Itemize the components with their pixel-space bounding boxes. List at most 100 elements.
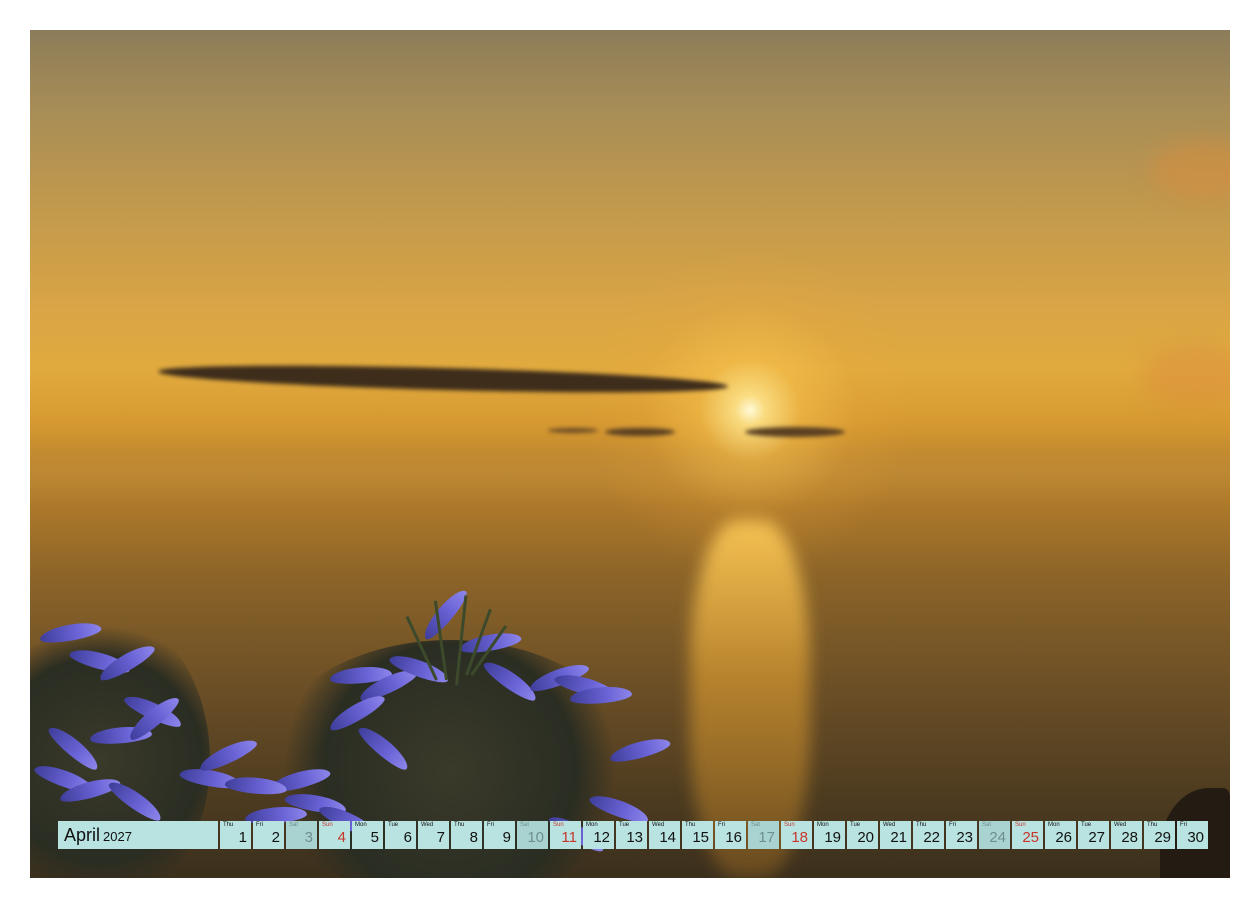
day-cell: Fri 30 (1177, 821, 1208, 849)
day-weekday: Thu (1147, 822, 1158, 828)
day-cell: Thu 22 (913, 821, 944, 849)
day-cell: Wed 14 (649, 821, 680, 849)
thin-cloud (745, 427, 845, 437)
thin-cloud (605, 428, 675, 436)
day-cell: Sat 17 (748, 821, 779, 849)
day-cell: Tue 27 (1078, 821, 1109, 849)
cloud-pink (1140, 345, 1230, 405)
day-number: 24 (989, 829, 1006, 846)
month-strip: April 2027 Thu 1 Fri 2 Sat 3 Sun 4 Mon 5 Tue 6 Wed 7 Th… (58, 821, 1208, 849)
month-label: April 2027 (58, 821, 218, 849)
day-number: 8 (469, 829, 478, 846)
day-weekday: Sun (784, 822, 795, 828)
day-weekday: Wed (421, 822, 434, 828)
day-weekday: Tue (388, 822, 399, 828)
day-cell: Fri 2 (253, 821, 284, 849)
day-weekday: Mon (1048, 822, 1060, 828)
day-number: 23 (956, 829, 973, 846)
day-cell: Sat 10 (517, 821, 548, 849)
day-cell: Tue 13 (616, 821, 647, 849)
day-weekday: Mon (355, 822, 367, 828)
day-number: 14 (659, 829, 676, 846)
day-cell: Mon 19 (814, 821, 845, 849)
day-list: Thu 1 Fri 2 Sat 3 Sun 4 Mon 5 Tue 6 Wed 7 Thu 8 Fri 9 Sat 1… (220, 821, 1208, 849)
day-weekday: Fri (1180, 822, 1187, 828)
day-cell: Mon 5 (352, 821, 383, 849)
day-cell: Mon 26 (1045, 821, 1076, 849)
thin-cloud (548, 428, 598, 433)
day-number: 7 (436, 829, 445, 846)
day-weekday: Sun (553, 822, 564, 828)
day-number: 22 (923, 829, 940, 846)
day-weekday: Sun (1015, 822, 1026, 828)
day-number: 19 (824, 829, 841, 846)
day-weekday: Sun (322, 822, 333, 828)
day-number: 11 (561, 829, 577, 846)
day-weekday: Fri (487, 822, 494, 828)
day-weekday: Wed (1114, 822, 1127, 828)
day-cell: Sun 18 (781, 821, 812, 849)
sunset-photo (30, 30, 1230, 878)
day-weekday: Mon (817, 822, 829, 828)
day-cell: Mon 12 (583, 821, 614, 849)
day-number: 15 (692, 829, 709, 846)
day-weekday: Thu (223, 822, 234, 828)
day-number: 4 (337, 829, 346, 846)
day-weekday: Sat (982, 822, 992, 828)
day-weekday: Fri (256, 822, 263, 828)
day-weekday: Thu (454, 822, 465, 828)
day-weekday: Wed (883, 822, 896, 828)
day-number: 17 (758, 829, 775, 846)
day-weekday: Wed (652, 822, 665, 828)
day-number: 5 (370, 829, 379, 846)
day-cell: Sun 25 (1012, 821, 1043, 849)
day-cell: Wed 7 (418, 821, 449, 849)
day-number: 20 (857, 829, 874, 846)
day-cell: Thu 29 (1144, 821, 1175, 849)
day-cell: Wed 28 (1111, 821, 1142, 849)
cloud-pink (1150, 140, 1230, 200)
day-number: 1 (238, 829, 247, 846)
day-number: 18 (791, 829, 808, 846)
day-weekday: Thu (685, 822, 696, 828)
day-weekday: Fri (949, 822, 956, 828)
day-weekday: Mon (586, 822, 598, 828)
day-weekday: Tue (619, 822, 630, 828)
day-number: 27 (1088, 829, 1105, 846)
day-number: 30 (1187, 829, 1204, 846)
day-number: 9 (502, 829, 511, 846)
day-weekday: Sat (520, 822, 530, 828)
day-weekday: Sat (289, 822, 299, 828)
day-cell: Thu 15 (682, 821, 713, 849)
day-weekday: Tue (1081, 822, 1092, 828)
day-cell: Tue 6 (385, 821, 416, 849)
day-number: 12 (593, 829, 610, 846)
month-year: 2027 (103, 829, 132, 844)
day-weekday: Thu (916, 822, 927, 828)
day-weekday: Tue (850, 822, 861, 828)
day-number: 29 (1154, 829, 1171, 846)
day-number: 26 (1055, 829, 1072, 846)
day-weekday: Sat (751, 822, 761, 828)
day-number: 16 (725, 829, 742, 846)
day-number: 6 (403, 829, 412, 846)
day-cell: Wed 21 (880, 821, 911, 849)
day-cell: Sat 24 (979, 821, 1010, 849)
month-name: April (64, 825, 101, 845)
day-cell: Sun 4 (319, 821, 350, 849)
day-number: 28 (1121, 829, 1138, 846)
day-cell: Tue 20 (847, 821, 878, 849)
day-number: 2 (271, 829, 280, 846)
day-cell: Thu 1 (220, 821, 251, 849)
day-number: 13 (626, 829, 643, 846)
day-cell: Fri 9 (484, 821, 515, 849)
day-number: 10 (527, 829, 544, 846)
day-cell: Fri 16 (715, 821, 746, 849)
day-cell: Thu 8 (451, 821, 482, 849)
day-cell: Fri 23 (946, 821, 977, 849)
day-cell: Sun 11 (550, 821, 581, 849)
day-number: 3 (304, 829, 313, 846)
day-number: 25 (1022, 829, 1039, 846)
day-number: 21 (890, 829, 907, 846)
day-cell: Sat 3 (286, 821, 317, 849)
